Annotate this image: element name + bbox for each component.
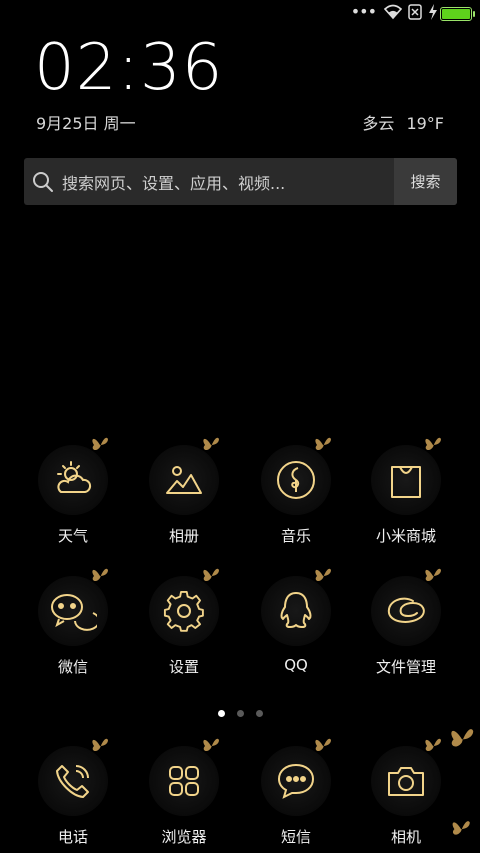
music-icon xyxy=(261,437,331,515)
butterfly-decoration-icon xyxy=(313,564,333,590)
app-qq[interactable]: QQ xyxy=(241,568,351,674)
app-label: QQ xyxy=(284,656,308,674)
home-screen: ••• 02:36 9月25日 周一 多云 19°F 搜索网页、设置、应用、视频.… xyxy=(0,0,480,853)
app-label: 短信 xyxy=(280,828,311,846)
app-mi-store[interactable]: 小米商城 xyxy=(351,437,461,546)
butterfly-decoration-icon xyxy=(90,734,110,760)
weather-widget[interactable]: 多云 19°F xyxy=(362,110,444,134)
app-label: 文件管理 xyxy=(375,658,436,676)
app-label: 音乐 xyxy=(280,527,311,545)
clock-date[interactable]: 9月25日 周一 xyxy=(36,110,136,134)
weather-condition: 多云 xyxy=(362,114,395,133)
file-manager-icon xyxy=(371,568,441,646)
search-input[interactable]: 搜索网页、设置、应用、视频... xyxy=(62,158,394,205)
butterfly-decoration-icon xyxy=(201,734,221,760)
phone-icon xyxy=(38,738,108,816)
app-label: 相机 xyxy=(390,828,421,846)
clock-time[interactable]: 02:36 xyxy=(34,36,223,100)
store-icon xyxy=(371,437,441,515)
page-dot-active[interactable] xyxy=(217,710,225,717)
weather-icon xyxy=(38,437,108,515)
camera-icon xyxy=(371,738,441,816)
app-weather[interactable]: 天气 xyxy=(18,437,128,546)
status-bar: ••• xyxy=(0,0,480,28)
browser-icon xyxy=(149,738,219,816)
app-label: 小米商城 xyxy=(375,527,436,545)
qq-icon xyxy=(261,568,331,646)
page-dot[interactable] xyxy=(255,710,263,717)
dock-camera[interactable]: 相机 xyxy=(351,738,461,847)
app-label: 天气 xyxy=(57,527,88,545)
gallery-icon xyxy=(149,437,219,515)
no-sim-icon xyxy=(408,4,422,24)
app-gallery[interactable]: 相册 xyxy=(129,437,239,546)
butterfly-decoration-icon xyxy=(201,433,221,459)
butterfly-decoration-icon xyxy=(313,734,333,760)
search-bar[interactable]: 搜索网页、设置、应用、视频... 搜索 xyxy=(24,158,457,205)
butterfly-decoration-icon xyxy=(423,734,443,760)
app-label: 微信 xyxy=(57,658,88,676)
search-button[interactable]: 搜索 xyxy=(394,158,457,205)
dock-messages[interactable]: 短信 xyxy=(241,738,351,847)
butterfly-decoration-icon xyxy=(201,564,221,590)
butterfly-decoration-icon xyxy=(313,433,333,459)
dock-phone[interactable]: 电话 xyxy=(18,738,128,847)
weather-temperature: 19°F xyxy=(406,114,444,133)
butterfly-decoration-icon xyxy=(90,433,110,459)
messages-icon xyxy=(261,738,331,816)
charging-icon xyxy=(428,4,438,24)
settings-icon xyxy=(149,568,219,646)
page-indicator[interactable] xyxy=(0,702,480,721)
app-label: 设置 xyxy=(168,658,199,676)
wechat-icon xyxy=(38,568,108,646)
more-notifications-icon: ••• xyxy=(350,2,377,21)
app-file-manager[interactable]: 文件管理 xyxy=(351,568,461,677)
dock-browser[interactable]: 浏览器 xyxy=(129,738,239,847)
app-label: 电话 xyxy=(57,828,88,846)
app-wechat[interactable]: 微信 xyxy=(18,568,128,677)
butterfly-decoration-icon xyxy=(423,564,443,590)
battery-icon xyxy=(440,7,475,21)
page-dot[interactable] xyxy=(236,710,244,717)
app-settings[interactable]: 设置 xyxy=(129,568,239,677)
app-label: 浏览器 xyxy=(161,828,207,846)
app-label: 相册 xyxy=(168,527,199,545)
search-icon xyxy=(24,158,62,205)
battery-level-fill xyxy=(442,9,470,19)
butterfly-decoration-icon xyxy=(423,433,443,459)
wifi-icon xyxy=(383,4,403,24)
app-music[interactable]: 音乐 xyxy=(241,437,351,546)
butterfly-decoration-icon xyxy=(90,564,110,590)
